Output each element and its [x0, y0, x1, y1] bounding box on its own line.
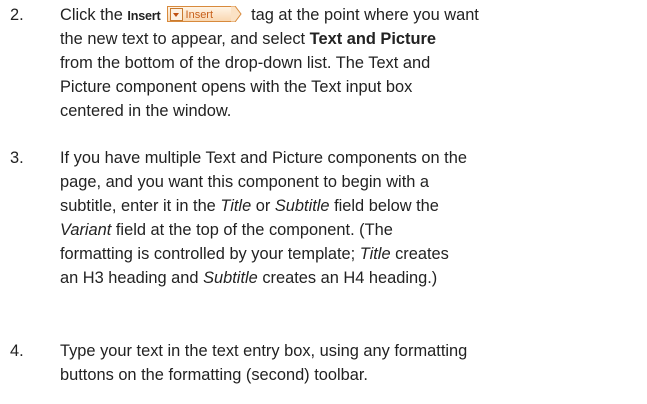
step-line: page, and you want this component to beg… [60, 173, 430, 191]
field-name: Subtitle [274, 197, 330, 215]
step-line: Picture component opens with the Text in… [60, 78, 413, 96]
insert-tag-label: Insert [185, 9, 214, 21]
insert-command-label: Insert [127, 9, 161, 23]
dropdown-arrow-icon [169, 8, 183, 21]
field-name: Title [359, 245, 391, 263]
field-name: Variant [60, 221, 112, 239]
insert-tag-icon: Insert [166, 6, 243, 22]
step-line: subtitle, enter it in the Title or Subti… [60, 197, 439, 215]
step-line: the new text to appear, and select Text … [60, 30, 436, 48]
step-text: If you have multiple Text and Picture co… [60, 146, 637, 290]
step-text: Click the Insert Insert tag at the point … [60, 3, 637, 123]
step-line: centered in the window. [60, 102, 232, 120]
step-text: Type your text in the text entry box, us… [60, 339, 637, 387]
step-number: 4. [10, 342, 24, 360]
step-line: Type your text in the text entry box, us… [60, 342, 468, 360]
step-line: buttons on the formatting (second) toolb… [60, 366, 368, 384]
bold-term: Text and Picture [309, 30, 436, 48]
step-number: 3. [10, 149, 24, 167]
field-name: Subtitle [203, 269, 258, 287]
step-line: Variant field at the top of the componen… [60, 221, 393, 239]
step-line: from the bottom of the drop-down list. T… [60, 54, 431, 72]
step-line: Click the Insert Insert tag at the point … [60, 3, 637, 27]
step-line: If you have multiple Text and Picture co… [60, 149, 467, 167]
step-line: formatting is controlled by your templat… [60, 245, 449, 263]
step-number: 2. [10, 6, 24, 24]
step-line: an H3 heading and Subtitle creates an H4… [60, 269, 438, 287]
field-name: Title [220, 197, 252, 215]
